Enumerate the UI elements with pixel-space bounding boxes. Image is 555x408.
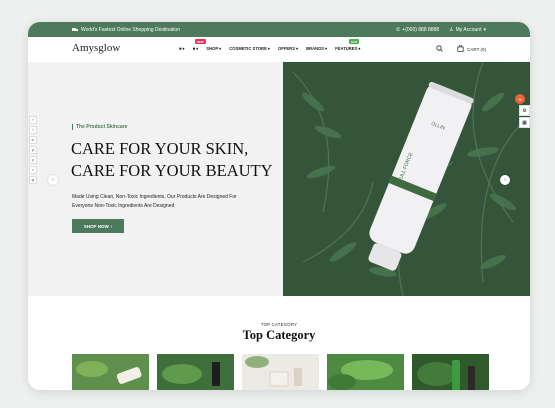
phone-link[interactable]: ✆ +(000) 888 8888	[396, 27, 439, 33]
chevron-down-icon: ▾	[483, 27, 486, 33]
vimeo-icon[interactable]: v	[29, 166, 37, 174]
truck-icon	[72, 28, 78, 31]
side-tools: % ⚙ ▦	[515, 94, 530, 128]
nav-item-offers[interactable]: OFFERS ▾	[278, 46, 298, 51]
nav-item-features[interactable]: HOT FEATURES ▾	[335, 39, 361, 51]
nav-item-cosmetic-store[interactable]: COSMETIC STORE ▾	[229, 46, 270, 51]
shop-now-button[interactable]: SHOP NOW ›	[72, 219, 124, 233]
promo: World's Fastest Online Shopping Destinat…	[72, 27, 180, 33]
grid-icon[interactable]: ▦	[519, 117, 530, 128]
hero-tagline: The Product Skincare	[72, 124, 127, 130]
chevron-down-icon: ▾	[219, 46, 222, 51]
top-bar: World's Fastest Online Shopping Destinat…	[28, 22, 530, 37]
hero-desc-line-2: Everyone Non-Toxic Ingredients Are Desig…	[72, 203, 175, 209]
search-icon[interactable]	[436, 45, 443, 53]
nav-item-shop[interactable]: SHOP ▾	[206, 46, 221, 51]
fern-product-image: OLLIN FULL FORCE	[283, 62, 530, 296]
pinterest-icon[interactable]: p	[29, 156, 37, 164]
nav-label: FEATURES	[335, 46, 358, 51]
new-badge: NEW	[194, 39, 206, 44]
linkedin-icon[interactable]: in	[29, 136, 37, 144]
hero-description: Made Using Clean, Non-Toxic Ingredients,…	[72, 193, 237, 211]
cart-button[interactable]: CART (0)	[457, 44, 486, 53]
nav-label: BRANDS	[306, 46, 325, 51]
next-slide-button[interactable]: ›	[500, 175, 510, 185]
chevron-down-icon: ▾	[182, 46, 185, 51]
social-links: f t in yt p v ig	[29, 116, 37, 184]
chevron-down-icon: ▾	[196, 46, 199, 51]
graduation-cap-icon: ■	[192, 46, 196, 51]
hero-desc-line-1: Made Using Clean, Non-Toxic Ingredients,…	[72, 194, 237, 200]
site-logo[interactable]: Amysglow	[72, 42, 120, 54]
hot-badge: HOT	[349, 39, 360, 44]
category-card[interactable]	[242, 354, 319, 390]
hero-title-line-2: CARE FOR YOUR BEAUTY	[71, 161, 273, 180]
sale-bubble-icon[interactable]: %	[515, 94, 525, 104]
category-list	[72, 354, 489, 390]
my-account-menu[interactable]: ♙ My Account ▾	[449, 27, 486, 33]
nav-label: COSMETIC STORE	[229, 46, 267, 51]
arrow-right-icon: ›	[110, 223, 113, 229]
cart-label: CART (0)	[467, 46, 486, 52]
phone-number: +(000) 888 8888	[402, 27, 440, 33]
hero-title: CARE FOR YOUR SKIN, CARE FOR YOUR BEAUTY	[71, 138, 273, 182]
category-title: Top Category	[242, 328, 316, 342]
category-card[interactable]	[157, 354, 234, 390]
hero-image: OLLIN FULL FORCE › % ⚙ ▦	[283, 62, 530, 296]
browser-frame: World's Fastest Online Shopping Destinat…	[28, 22, 530, 390]
graduation-cap-icon: ■	[179, 46, 182, 51]
prev-slide-button[interactable]: ‹	[48, 175, 58, 185]
nav-item-icon-1[interactable]: ■ ▾	[179, 46, 185, 51]
promo-text: World's Fastest Online Shopping Destinat…	[81, 27, 180, 33]
hero-slider: f t in yt p v ig The Product Skincare CA…	[28, 62, 530, 296]
cart-icon	[457, 44, 464, 53]
category-card[interactable]	[72, 354, 149, 390]
nav-item-brands[interactable]: BRANDS ▾	[306, 46, 327, 51]
gear-icon[interactable]: ⚙	[519, 105, 530, 116]
user-icon: ♙	[449, 27, 454, 33]
youtube-icon[interactable]: yt	[29, 146, 37, 154]
chevron-down-icon: ▾	[295, 46, 299, 51]
chevron-down-icon: ▾	[325, 46, 328, 51]
my-account-label: My Account	[455, 27, 482, 33]
shop-now-label: SHOP NOW	[83, 223, 109, 229]
chevron-down-icon: ▾	[267, 46, 270, 51]
main-header: Amysglow ■ ▾ NEW ■ ▾ SHOP ▾ COSMETIC STORE ▾…	[28, 37, 530, 62]
top-category-section: TOP CATEGORY Top Category	[28, 296, 530, 390]
nav-item-icon-2[interactable]: NEW ■ ▾	[192, 39, 206, 51]
chevron-down-icon: ▾	[358, 46, 361, 51]
main-nav: ■ ▾ NEW ■ ▾ SHOP ▾ COSMETIC STORE ▾ OFFERS ▾ …	[179, 39, 361, 51]
instagram-icon[interactable]: ig	[29, 176, 37, 184]
category-card[interactable]	[412, 354, 489, 390]
category-kicker: TOP CATEGORY	[260, 322, 298, 327]
phone-icon: ✆	[396, 27, 401, 33]
twitter-icon[interactable]: t	[29, 126, 37, 134]
hero-title-line-1: CARE FOR YOUR SKIN,	[71, 139, 249, 158]
hero-content: f t in yt p v ig The Product Skincare CA…	[28, 62, 283, 296]
nav-label: SHOP	[206, 46, 219, 51]
facebook-icon[interactable]: f	[29, 116, 37, 124]
category-card[interactable]	[327, 354, 404, 390]
nav-label: OFFERS	[278, 46, 295, 51]
